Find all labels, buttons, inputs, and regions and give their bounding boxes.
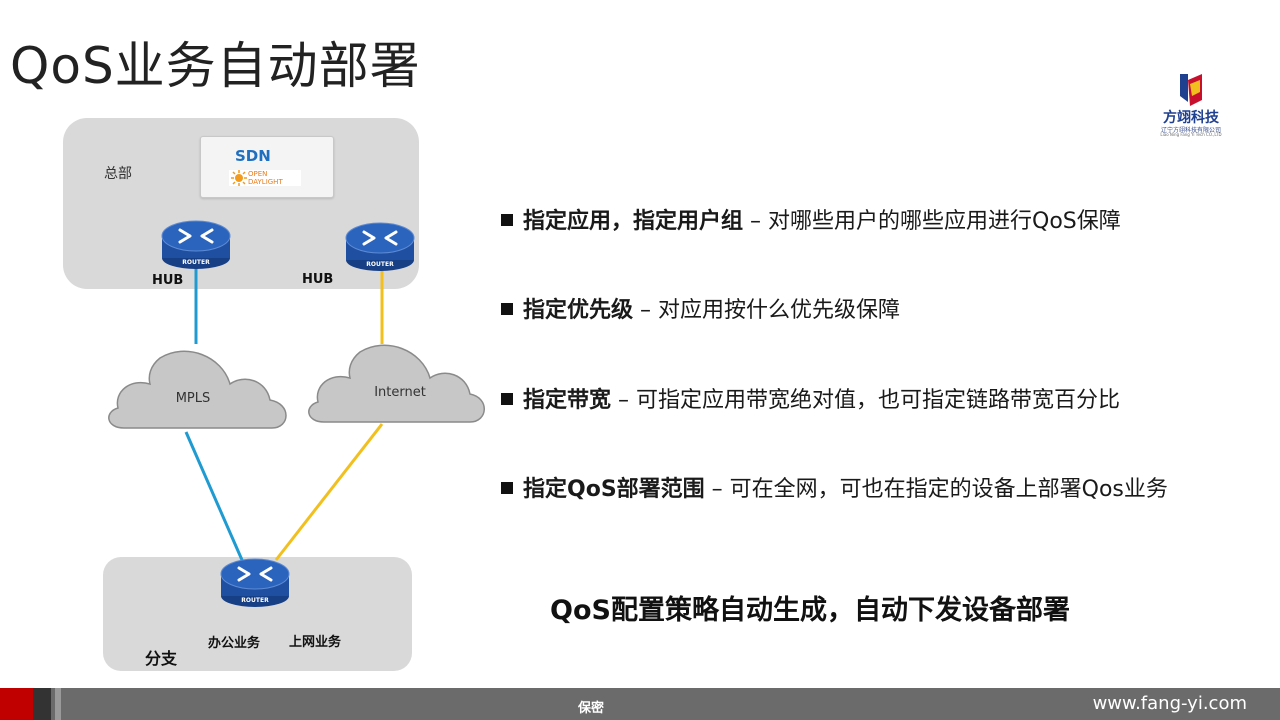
bullet-bold: 指定应用，指定用户组	[523, 209, 744, 234]
service-office-label: 办公业务	[208, 636, 261, 651]
conclusion-text: QoS配置策略自动生成，自动下发设备部署	[550, 595, 1070, 626]
bullet-text: – 可在全网，可也在指定的设备上部署Qos业务	[704, 477, 1168, 502]
opendaylight-logo: OPEN DAYLIGHT	[229, 170, 301, 186]
internet-link-branch	[274, 423, 384, 561]
hub-left-label: HUB	[152, 273, 184, 288]
bullet-text: – 对哪些用户的哪些应用进行QoS保障	[743, 209, 1121, 234]
opendaylight-text: OPEN DAYLIGHT	[248, 170, 283, 186]
footer-bar: 保密 www.fang-yi.com	[0, 688, 1280, 720]
router-hub-left-label: ROUTER	[182, 259, 210, 266]
bullet-square-icon	[501, 393, 513, 405]
bullet-text: – 对应用按什么优先级保障	[633, 298, 901, 323]
footer-accent-red	[0, 688, 33, 720]
bullet-item: 指定应用，指定用户组 – 对哪些用户的哪些应用进行QoS保障	[501, 203, 1121, 235]
router-hub-right-label: ROUTER	[366, 261, 394, 268]
internet-cloud-icon	[308, 344, 485, 423]
bullet-text: – 可指定应用带宽绝对值，也可指定链路带宽百分比	[611, 388, 1121, 413]
hub-right-label: HUB	[302, 272, 334, 287]
footer-accent-gray	[55, 688, 61, 720]
internet-cloud-label: Internet	[374, 385, 426, 400]
bullet-bold: 指定优先级	[523, 298, 634, 323]
router-branch-label: ROUTER	[241, 597, 269, 604]
mpls-cloud-icon	[108, 350, 287, 429]
opendaylight-text-line2: DAYLIGHT	[248, 178, 283, 186]
bullet-item: 指定优先级 – 对应用按什么优先级保障	[501, 292, 900, 324]
bullet-square-icon	[501, 482, 513, 494]
bullet-bold: 指定带宽	[523, 388, 612, 413]
footer-confidential: 保密	[578, 701, 605, 716]
bullet-square-icon	[501, 303, 513, 315]
bullet-item: 指定带宽 – 可指定应用带宽绝对值，也可指定链路带宽百分比	[501, 382, 1120, 414]
sdn-label: SDN	[235, 147, 271, 165]
service-internet-label: 上网业务	[289, 635, 342, 650]
headquarters-label: 总部	[104, 166, 132, 182]
opendaylight-text-line1: OPEN	[248, 170, 268, 178]
footer-accent-dark	[33, 688, 51, 720]
bullet-bold: 指定QoS部署范围	[523, 477, 705, 502]
bullet-square-icon	[501, 214, 513, 226]
bullet-item: 指定QoS部署范围 – 可在全网，可也在指定的设备上部署Qos业务	[501, 471, 1168, 503]
mpls-cloud-label: MPLS	[176, 391, 211, 406]
sdn-controller: SDN OPEN DAYLIGHT	[200, 136, 334, 198]
branch-label: 分支	[145, 649, 178, 668]
mpls-link-branch	[184, 431, 244, 561]
footer-url[interactable]: www.fang-yi.com	[1093, 693, 1247, 714]
opendaylight-sun-icon	[231, 170, 247, 186]
